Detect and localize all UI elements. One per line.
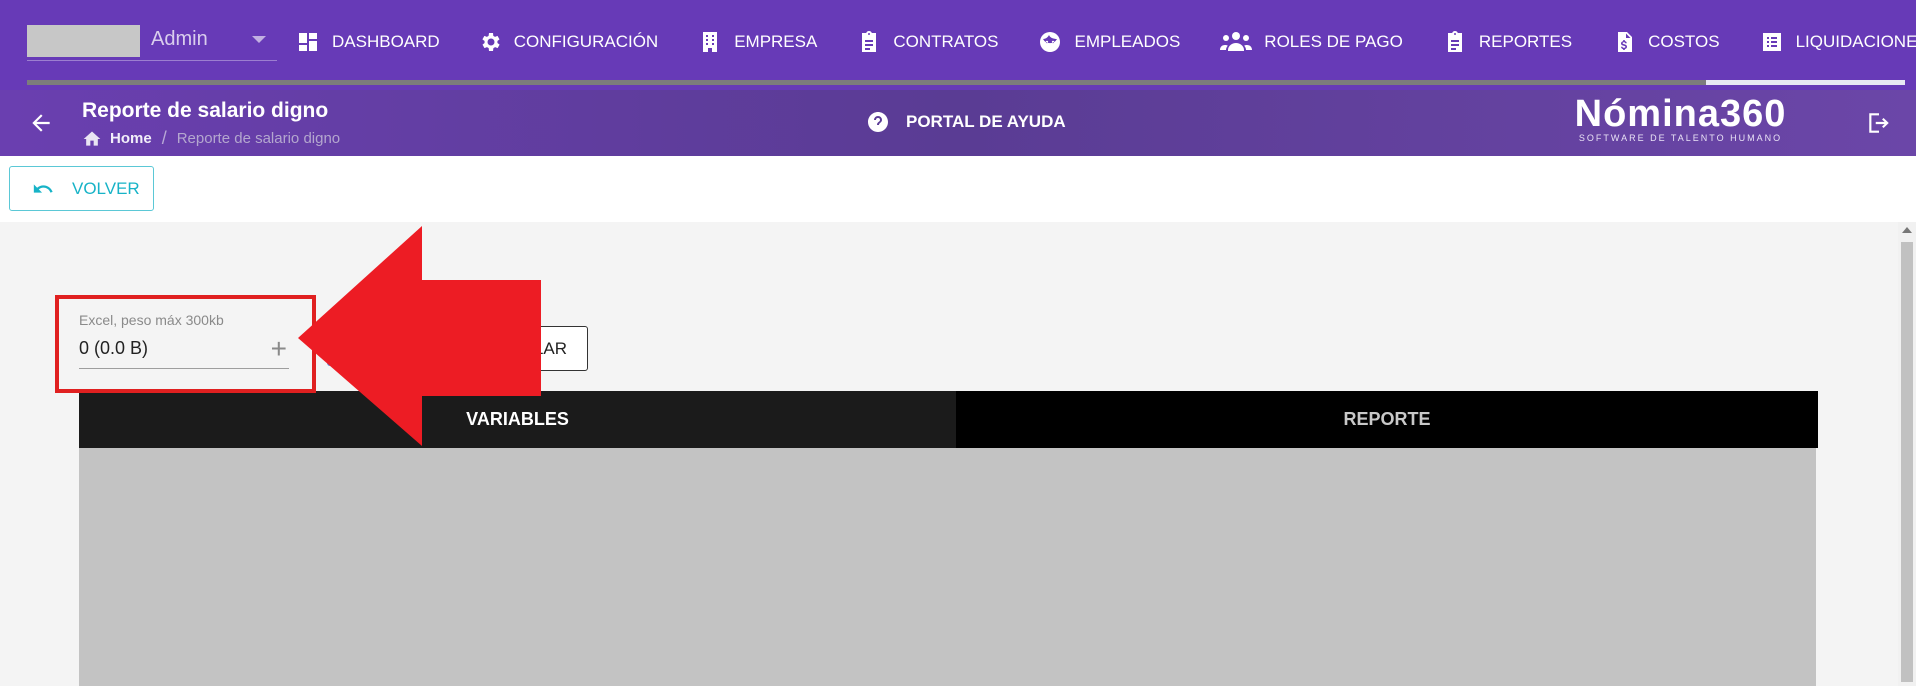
nav-item-label: COSTOS: [1648, 32, 1720, 51]
clipboard-icon: [1443, 30, 1467, 54]
home-icon[interactable]: [82, 129, 102, 149]
file-dollar-icon: [1612, 30, 1636, 54]
nav-menu: DASHBOARD CONFIGURACIÓN EMPRESA CONTRATO…: [296, 22, 1916, 62]
undo-icon: [32, 178, 54, 200]
scroll-up-icon[interactable]: [1902, 227, 1912, 233]
nav-item-label: EMPRESA: [734, 32, 818, 51]
brand-logo: Nómina360 SOFTWARE DE TALENTO HUMANO: [1568, 94, 1793, 143]
nav-item-label: ROLES DE PAGO: [1264, 32, 1403, 51]
breadcrumb: Home / Reporte de salario digno: [82, 128, 340, 149]
nav-item-empresa[interactable]: EMPRESA: [698, 22, 817, 62]
nav-item-empleados[interactable]: EMPLEADOS: [1038, 22, 1180, 62]
help-portal-label: PORTAL DE AYUDA: [906, 112, 1066, 131]
annotation-highlight-box: [55, 295, 316, 393]
breadcrumb-separator: /: [161, 128, 167, 148]
scroll-thumb[interactable]: [1901, 242, 1913, 682]
vertical-scrollbar[interactable]: [1898, 222, 1916, 686]
nav-item-liquidaciones[interactable]: LIQUIDACIONES: [1760, 22, 1916, 62]
action-toolbar: VOLVER: [0, 156, 1916, 222]
nav-item-label: EMPLEADOS: [1074, 32, 1181, 51]
volver-label: VOLVER: [72, 178, 140, 198]
breadcrumb-home[interactable]: Home: [110, 130, 152, 147]
nav-item-roles-de-pago[interactable]: ROLES DE PAGO: [1220, 22, 1403, 62]
top-navigation: Admin DASHBOARD CONFIGURACIÓN EMPRESA CO…: [0, 0, 1916, 90]
brand-name: Nómina360: [1574, 93, 1787, 135]
tab-content-panel: [79, 448, 1816, 686]
arrow-left-icon[interactable]: [28, 110, 54, 136]
tab-reporte[interactable]: REPORTE: [956, 391, 1818, 448]
people-icon: [1220, 30, 1253, 54]
gear-icon: [478, 30, 502, 54]
nav-item-label: LIQUIDACIONES: [1795, 32, 1916, 51]
nav-item-label: DASHBOARD: [332, 32, 440, 51]
annotation-arrow-icon: [298, 226, 541, 446]
nav-item-label: CONFIGURACIÓN: [513, 32, 659, 51]
volver-button[interactable]: VOLVER: [9, 166, 154, 211]
clipboard-icon: [857, 30, 881, 54]
nav-item-label: CONTRATOS: [893, 32, 999, 51]
nav-item-dashboard[interactable]: DASHBOARD: [296, 22, 440, 62]
nav-item-costos[interactable]: COSTOS: [1612, 22, 1720, 62]
help-portal-link[interactable]: PORTAL DE AYUDA: [866, 110, 1066, 134]
breadcrumb-current: Reporte de salario digno: [176, 130, 341, 147]
nav-item-configuracion[interactable]: CONFIGURACIÓN: [478, 22, 659, 62]
tab-label: REPORTE: [1343, 409, 1431, 429]
user-avatar: [27, 25, 140, 57]
page-header: Reporte de salario digno Home / Reporte …: [0, 90, 1916, 156]
logout-icon[interactable]: [1866, 110, 1892, 136]
nav-item-contratos[interactable]: CONTRATOS: [857, 22, 998, 62]
building-icon: [698, 30, 722, 54]
nav-scroll-indicator[interactable]: [1706, 80, 1905, 85]
dashboard-icon: [296, 30, 320, 54]
page-title: Reporte de salario digno: [82, 99, 329, 122]
user-selector[interactable]: Admin: [27, 20, 277, 61]
user-name: Admin: [151, 28, 208, 50]
list-icon: [1760, 30, 1784, 54]
nav-item-label: REPORTES: [1478, 32, 1573, 51]
nav-scroll-track: [27, 80, 1905, 85]
nav-item-reportes[interactable]: REPORTES: [1443, 22, 1572, 62]
chevron-down-icon[interactable]: [252, 36, 266, 43]
help-icon: [866, 110, 890, 134]
brand-tagline: SOFTWARE DE TALENTO HUMANO: [1578, 133, 1783, 143]
face-icon: [1038, 30, 1062, 54]
